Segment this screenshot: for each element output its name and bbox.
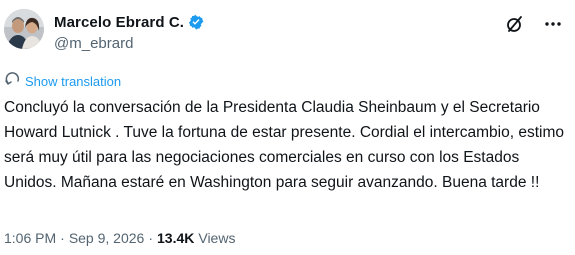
- author-handle[interactable]: @m_ebrard: [54, 35, 133, 52]
- tweet-date[interactable]: Sep 9, 2026: [69, 230, 145, 246]
- tweet-text: Concluyó la conversación de la President…: [4, 99, 564, 191]
- views-label: Views: [198, 230, 236, 246]
- author-display-name[interactable]: Marcelo Ebrard C.: [54, 14, 184, 31]
- slash-circle-icon[interactable]: [504, 13, 526, 35]
- views-count: 13.4K: [157, 230, 195, 246]
- author-name-row: Marcelo Ebrard C.: [54, 11, 205, 33]
- translate-icon: [5, 71, 21, 92]
- meta-separator-2: ·: [148, 230, 153, 246]
- tweet-time[interactable]: 1:06 PM: [4, 230, 56, 246]
- avatar[interactable]: [4, 9, 44, 49]
- tweet-card: Marcelo Ebrard C. @m_ebrard Show transla…: [0, 0, 575, 255]
- more-icon[interactable]: [542, 13, 564, 35]
- show-translation-label: Show translation: [25, 73, 122, 89]
- show-translation-link[interactable]: Show translation: [5, 71, 122, 92]
- meta-separator: ·: [60, 230, 65, 246]
- verified-badge-icon[interactable]: [187, 13, 205, 31]
- tweet-top-actions: [504, 13, 564, 35]
- tweet-meta: 1:06 PM · Sep 9, 2026 · 13.4K Views: [4, 230, 235, 246]
